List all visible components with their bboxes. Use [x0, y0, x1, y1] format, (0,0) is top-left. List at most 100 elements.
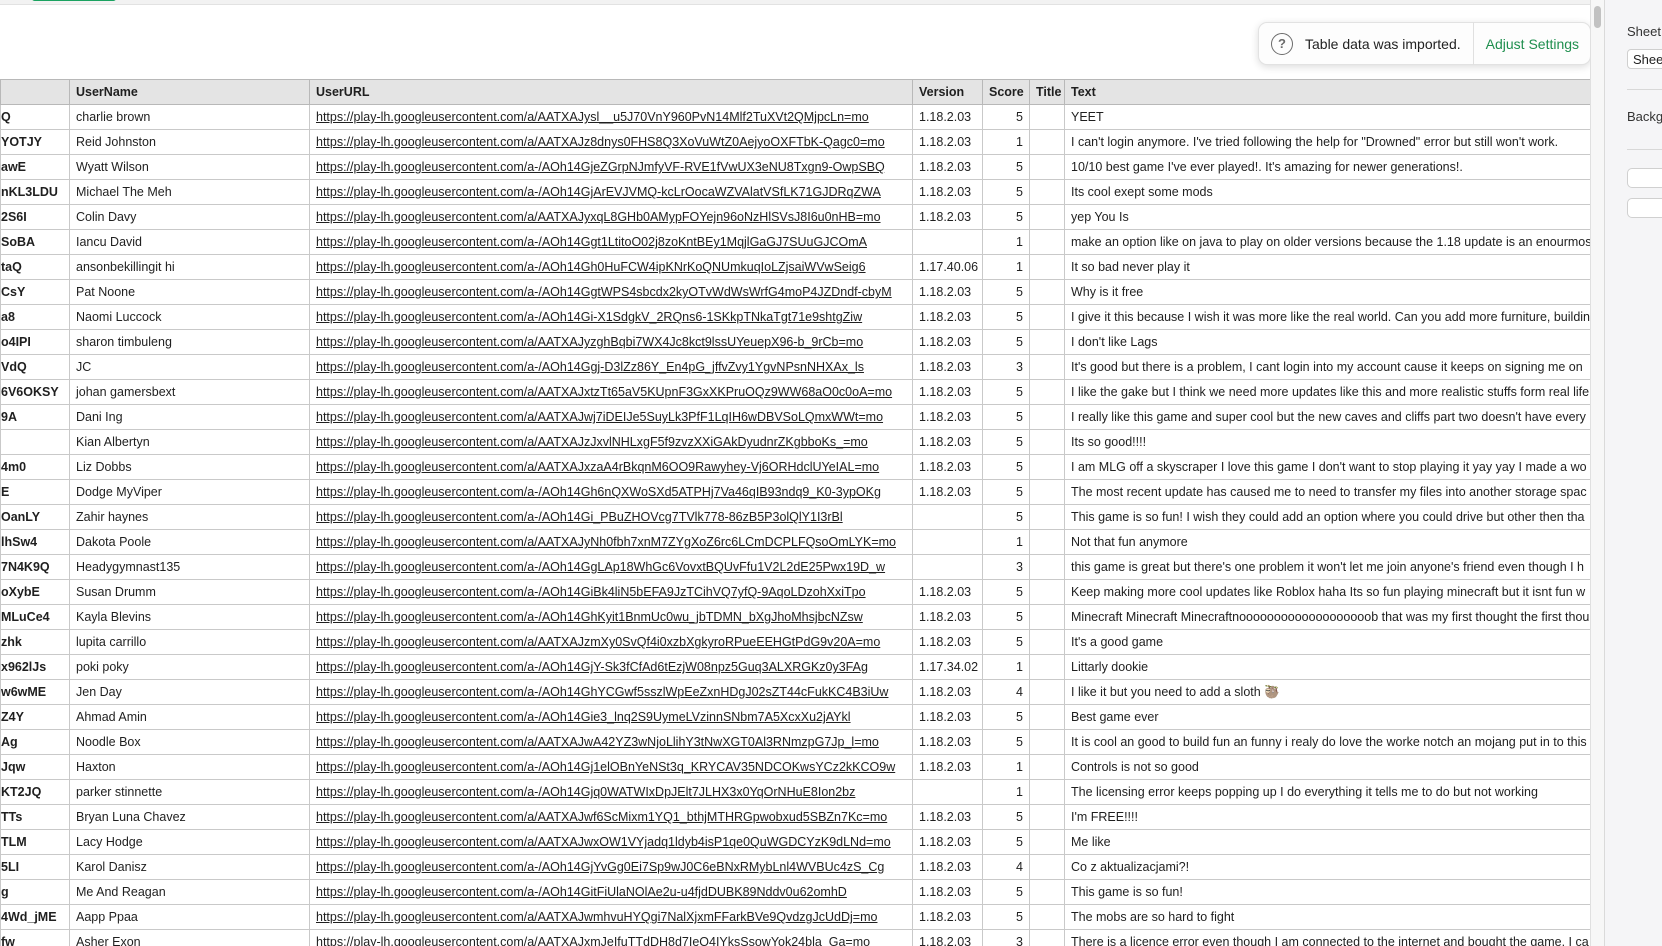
- user-url-link[interactable]: https://play-lh.googleusercontent.com/a-…: [316, 760, 895, 774]
- cell-score[interactable]: 5: [982, 179, 1030, 205]
- cell-score[interactable]: 3: [982, 554, 1030, 580]
- cell-userurl[interactable]: https://play-lh.googleusercontent.com/a/…: [309, 929, 913, 946]
- cell-id[interactable]: lhSw4: [0, 529, 70, 555]
- table-row[interactable]: awE Wyatt Wilson https://play-lh.googleuse…: [0, 154, 1590, 180]
- adjust-settings-button[interactable]: Adjust Settings: [1486, 36, 1579, 52]
- table-row[interactable]: Qcharlie brown https://play-lh.googleuser…: [0, 104, 1590, 130]
- cell-text[interactable]: I like the gake but I think we need more…: [1064, 379, 1590, 405]
- cell-userurl[interactable]: https://play-lh.googleusercontent.com/a-…: [309, 279, 913, 305]
- cell-text[interactable]: Its cool exept some mods: [1064, 179, 1590, 205]
- cell-title[interactable]: [1029, 629, 1065, 655]
- cell-username[interactable]: Dakota Poole: [69, 529, 310, 555]
- cell-text[interactable]: Why is it free: [1064, 279, 1590, 305]
- cell-id[interactable]: oXybE: [0, 579, 70, 605]
- header-text[interactable]: Text: [1064, 79, 1590, 105]
- cell-title[interactable]: [1029, 829, 1065, 855]
- table-row[interactable]: w6wME Jen Day https://play-lh.googleuserco…: [0, 679, 1590, 705]
- user-url-link[interactable]: https://play-lh.googleusercontent.com/a/…: [316, 460, 879, 474]
- cell-score[interactable]: 1: [982, 754, 1030, 780]
- cell-id[interactable]: Q: [0, 104, 70, 130]
- cell-score[interactable]: 5: [982, 154, 1030, 180]
- cell-userurl[interactable]: https://play-lh.googleusercontent.com/a/…: [309, 329, 913, 355]
- cell-version[interactable]: [912, 779, 983, 805]
- cell-score[interactable]: 1: [982, 779, 1030, 805]
- cell-username[interactable]: Karol Danisz: [69, 854, 310, 880]
- cell-id[interactable]: zhk: [0, 629, 70, 655]
- cell-text[interactable]: It's good but there is a problem, I cant…: [1064, 354, 1590, 380]
- cell-text[interactable]: Best game ever: [1064, 704, 1590, 730]
- cell-version[interactable]: 1.18.2.03: [912, 404, 983, 430]
- cell-title[interactable]: [1029, 754, 1065, 780]
- cell-id[interactable]: a8: [0, 304, 70, 330]
- cell-userurl[interactable]: https://play-lh.googleusercontent.com/a-…: [309, 604, 913, 630]
- cell-title[interactable]: [1029, 804, 1065, 830]
- user-url-link[interactable]: https://play-lh.googleusercontent.com/a-…: [316, 260, 866, 274]
- header-score[interactable]: Score: [982, 79, 1030, 105]
- cell-title[interactable]: [1029, 379, 1065, 405]
- cell-version[interactable]: 1.18.2.03: [912, 629, 983, 655]
- cell-version[interactable]: 1.18.2.03: [912, 479, 983, 505]
- table-row[interactable]: CsY Pat Noone https://play-lh.googleuserco…: [0, 279, 1590, 305]
- table-row[interactable]: zhk lupita carrillo https://play-lh.google…: [0, 629, 1590, 655]
- cell-score[interactable]: 1: [982, 229, 1030, 255]
- cell-version[interactable]: [912, 529, 983, 555]
- cell-title[interactable]: [1029, 454, 1065, 480]
- table-row[interactable]: SoBA Iancu David https://play-lh.googleuse…: [0, 229, 1590, 255]
- cell-title[interactable]: [1029, 204, 1065, 230]
- cell-userurl[interactable]: https://play-lh.googleusercontent.com/a/…: [309, 404, 913, 430]
- table-row[interactable]: 4Wd_jME Aapp Ppaa https://play-lh.googleus…: [0, 904, 1590, 930]
- cell-id[interactable]: 4Wd_jME: [0, 904, 70, 930]
- cell-version[interactable]: 1.18.2.03: [912, 729, 983, 755]
- cell-score[interactable]: 5: [982, 104, 1030, 130]
- vertical-scrollbar[interactable]: [1590, 0, 1604, 946]
- cell-username[interactable]: Kayla Blevins: [69, 604, 310, 630]
- cell-text[interactable]: Keep making more cool updates like Roblo…: [1064, 579, 1590, 605]
- cell-id[interactable]: Z4Y: [0, 704, 70, 730]
- cell-username[interactable]: JC: [69, 354, 310, 380]
- cell-title[interactable]: [1029, 654, 1065, 680]
- cell-userurl[interactable]: https://play-lh.googleusercontent.com/a/…: [309, 804, 913, 830]
- user-url-link[interactable]: https://play-lh.googleusercontent.com/a-…: [316, 785, 855, 799]
- cell-userurl[interactable]: https://play-lh.googleusercontent.com/a-…: [309, 154, 913, 180]
- user-url-link[interactable]: https://play-lh.googleusercontent.com/a-…: [316, 710, 851, 724]
- cell-username[interactable]: Kian Albertyn: [69, 429, 310, 455]
- cell-text[interactable]: this game is great but there's one probl…: [1064, 554, 1590, 580]
- table-row[interactable]: nKL3LDU Michael The Meh https://play-lh.go…: [0, 179, 1590, 205]
- cell-version[interactable]: [912, 229, 983, 255]
- cell-text[interactable]: I really like this game and super cool b…: [1064, 404, 1590, 430]
- cell-score[interactable]: 3: [982, 929, 1030, 946]
- cell-id[interactable]: g: [0, 879, 70, 905]
- cell-userurl[interactable]: https://play-lh.googleusercontent.com/a/…: [309, 904, 913, 930]
- cell-id[interactable]: o4IPI: [0, 329, 70, 355]
- cell-score[interactable]: 5: [982, 204, 1030, 230]
- cell-version[interactable]: 1.18.2.03: [912, 704, 983, 730]
- cell-title[interactable]: [1029, 329, 1065, 355]
- cell-userurl[interactable]: https://play-lh.googleusercontent.com/a-…: [309, 854, 913, 880]
- cell-text[interactable]: yep You Is: [1064, 204, 1590, 230]
- user-url-link[interactable]: https://play-lh.googleusercontent.com/a/…: [316, 335, 863, 349]
- cell-score[interactable]: 5: [982, 379, 1030, 405]
- cell-title[interactable]: [1029, 704, 1065, 730]
- cell-text[interactable]: The mobs are so hard to fight: [1064, 904, 1590, 930]
- cell-score[interactable]: 5: [982, 829, 1030, 855]
- cell-username[interactable]: charlie brown: [69, 104, 310, 130]
- cell-title[interactable]: [1029, 729, 1065, 755]
- header-id[interactable]: [0, 79, 70, 105]
- cell-id[interactable]: 7N4K9Q: [0, 554, 70, 580]
- cell-text[interactable]: The most recent update has caused me to …: [1064, 479, 1590, 505]
- cell-userurl[interactable]: https://play-lh.googleusercontent.com/a-…: [309, 554, 913, 580]
- cell-text[interactable]: 10/10 best game I've ever played!. It's …: [1064, 154, 1590, 180]
- cell-id[interactable]: 4m0: [0, 454, 70, 480]
- cell-id[interactable]: TLM: [0, 829, 70, 855]
- cell-username[interactable]: Noodle Box: [69, 729, 310, 755]
- cell-title[interactable]: [1029, 179, 1065, 205]
- cell-version[interactable]: [912, 554, 983, 580]
- cell-id[interactable]: nKL3LDU: [0, 179, 70, 205]
- cell-userurl[interactable]: https://play-lh.googleusercontent.com/a-…: [309, 254, 913, 280]
- table-row[interactable]: VdQ JC https://play-lh.googleusercontent.c…: [0, 354, 1590, 380]
- user-url-link[interactable]: https://play-lh.googleusercontent.com/a-…: [316, 660, 868, 674]
- cell-text[interactable]: YEET: [1064, 104, 1590, 130]
- cell-id[interactable]: KT2JQ: [0, 779, 70, 805]
- cell-userurl[interactable]: https://play-lh.googleusercontent.com/a-…: [309, 479, 913, 505]
- cell-version[interactable]: 1.18.2.03: [912, 604, 983, 630]
